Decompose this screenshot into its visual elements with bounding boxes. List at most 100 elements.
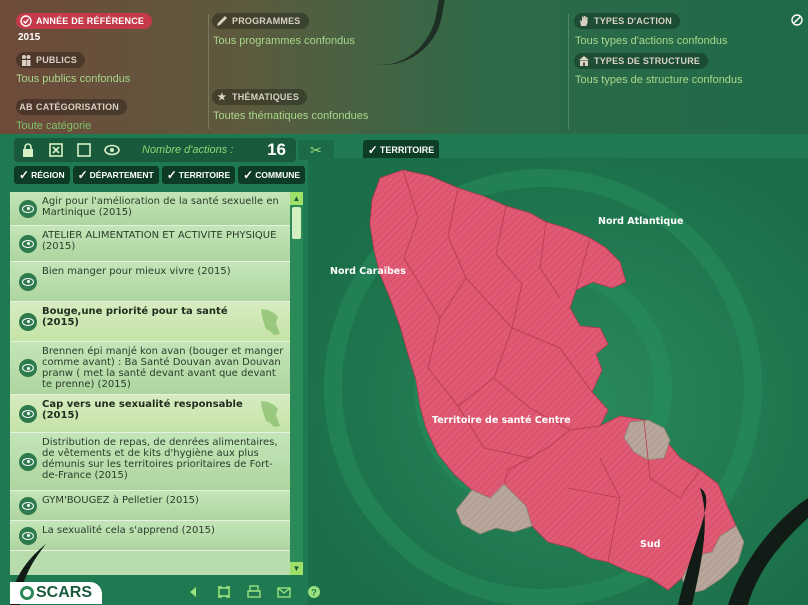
divider bbox=[568, 14, 569, 129]
logo-ring-icon bbox=[20, 586, 34, 600]
level-territoire-button[interactable]: ✓ Territoire bbox=[161, 166, 236, 184]
filter-thematiques[interactable]: ★ Thématiques bbox=[212, 89, 308, 105]
label-nord-atlantique: Nord Atlantique bbox=[598, 216, 684, 227]
list-item[interactable]: Distribution de repas, de denrées alimen… bbox=[10, 433, 290, 491]
list-toolbar: Nombre d'actions : 16 bbox=[14, 138, 296, 162]
label-sud: Sud bbox=[640, 539, 661, 550]
scroll-down-icon[interactable]: ▼ bbox=[290, 562, 303, 575]
lock-icon[interactable] bbox=[20, 142, 36, 158]
filter-types-structure[interactable]: Types de structure bbox=[574, 53, 709, 69]
building-icon bbox=[578, 55, 590, 67]
filter-categorisation-value: Toute catégorie bbox=[16, 120, 92, 132]
filter-types-action[interactable]: Types d'action bbox=[574, 13, 680, 29]
list-item[interactable]: Bouge,une priorité pour ta santé (2015) bbox=[10, 302, 290, 342]
map-svg bbox=[308, 158, 808, 605]
divider bbox=[208, 14, 209, 129]
list-item-title: Bien manger pour mieux vivre (2015) bbox=[42, 266, 231, 277]
filter-types-structure-value: Tous types de structure confondus bbox=[575, 74, 743, 86]
scroll-thumb[interactable] bbox=[292, 207, 301, 239]
label-centre: Territoire de santé Centre bbox=[432, 415, 571, 426]
filter-annee-value: 2015 bbox=[18, 32, 41, 43]
decorative-swirl bbox=[372, 0, 448, 75]
list-item-title: GYM'BOUGEZ à Pelletier (2015) bbox=[42, 495, 199, 506]
list-item-title: ATELIER ALIMENTATION ET ACTIVITE PHYSIQU… bbox=[42, 230, 277, 252]
eye-icon[interactable] bbox=[19, 272, 37, 291]
scars-logo[interactable]: SCARS bbox=[10, 582, 103, 604]
list-item-title: La sexualité cela s'apprend (2015) bbox=[42, 525, 215, 536]
action-count-value: 16 bbox=[267, 140, 286, 159]
logo-text: SCARS bbox=[36, 584, 93, 601]
pencil-icon bbox=[216, 15, 228, 27]
stars-icon: ★ bbox=[217, 91, 227, 103]
eye-icon[interactable] bbox=[19, 199, 37, 218]
tab-territoire-label: Territoire bbox=[379, 145, 435, 155]
help-icon[interactable]: ? bbox=[306, 585, 322, 601]
list-scrollbar[interactable]: ▲ ▼ bbox=[290, 192, 303, 575]
filter-categorisation-label: Catégorisation bbox=[36, 102, 119, 112]
list-item-title: Bouge,une priorité pour ta santé (2015) bbox=[42, 306, 228, 328]
arrow-left-icon[interactable] bbox=[186, 585, 202, 601]
list-item-title: Brennen épi manjé kon avan (bouger et ma… bbox=[42, 346, 284, 390]
list-item[interactable]: Agir pour l'amélioration de la santé sex… bbox=[10, 192, 290, 226]
eye-icon[interactable] bbox=[104, 142, 120, 158]
level-selector: ✓ Région ✓ Département ✓ Territoire ✓ Commun… bbox=[14, 166, 306, 184]
level-commune-button[interactable]: ✓ Commune bbox=[238, 166, 306, 184]
mini-map-icon bbox=[261, 308, 280, 335]
eye-icon[interactable] bbox=[19, 359, 37, 377]
clock-icon bbox=[20, 15, 32, 27]
scissors-icon[interactable]: ✂ bbox=[298, 140, 334, 160]
checkmark-icon: ✓ bbox=[77, 168, 88, 182]
action-count-label: Nombre d'actions : bbox=[142, 144, 234, 156]
filter-programmes-label: Programmes bbox=[232, 16, 301, 26]
ab-icon: ab bbox=[19, 102, 33, 112]
checkmark-icon: ✓ bbox=[367, 143, 378, 157]
filter-publics[interactable]: Publics bbox=[16, 52, 85, 68]
checkmark-icon: ✓ bbox=[19, 168, 30, 182]
checkmark-icon: ✓ bbox=[166, 168, 177, 182]
eye-icon[interactable] bbox=[19, 312, 37, 331]
filter-panel: Année de référence 2015 Publics Tous pub… bbox=[0, 0, 808, 134]
fullscreen-icon[interactable] bbox=[216, 585, 232, 601]
scroll-up-icon[interactable]: ▲ bbox=[290, 192, 303, 205]
list-item[interactable]: GYM'BOUGEZ à Pelletier (2015) bbox=[10, 491, 290, 521]
map-martinique: Nord Atlantique Nord Caraïbes Territoire… bbox=[308, 158, 808, 605]
list-item[interactable]: ATELIER ALIMENTATION ET ACTIVITE PHYSIQU… bbox=[10, 226, 290, 262]
mail-icon[interactable] bbox=[276, 585, 292, 601]
eye-icon[interactable] bbox=[19, 496, 37, 515]
mini-map-icon bbox=[261, 400, 280, 427]
level-label: Commune bbox=[255, 170, 301, 180]
list-item-title: Distribution de repas, de denrées alimen… bbox=[42, 437, 278, 481]
print-icon[interactable] bbox=[246, 585, 262, 601]
list-item[interactable]: Bien manger pour mieux vivre (2015) bbox=[10, 262, 290, 302]
level-label: Département bbox=[89, 170, 154, 180]
filter-thematiques-value: Toutes thématiques confondues bbox=[213, 110, 369, 122]
footer-toolbar: ? bbox=[186, 585, 322, 601]
filter-annee[interactable]: Année de référence bbox=[16, 13, 153, 29]
actions-list: Agir pour l'amélioration de la santé sex… bbox=[10, 192, 290, 575]
filter-categorisation[interactable]: ab Catégorisation bbox=[16, 99, 127, 115]
filter-programmes[interactable]: Programmes bbox=[212, 13, 309, 29]
level-departement-button[interactable]: ✓ Département bbox=[72, 166, 159, 184]
eye-icon[interactable] bbox=[19, 234, 37, 253]
list-item-title: Agir pour l'amélioration de la santé sex… bbox=[42, 196, 279, 218]
people-icon bbox=[20, 54, 32, 66]
filter-types-structure-label: Types de structure bbox=[594, 56, 701, 66]
checkmark-icon: ✓ bbox=[243, 168, 254, 182]
eye-icon[interactable] bbox=[19, 452, 37, 471]
level-region-button[interactable]: ✓ Région bbox=[14, 166, 70, 184]
checkbox-icon[interactable] bbox=[76, 142, 92, 158]
filter-thematiques-label: Thématiques bbox=[232, 92, 300, 102]
eye-icon[interactable] bbox=[19, 404, 37, 423]
list-item[interactable]: Cap vers une sexualité responsable (2015… bbox=[10, 395, 290, 433]
filter-programmes-value: Tous programmes confondus bbox=[213, 35, 355, 47]
uncheck-all-icon[interactable] bbox=[48, 142, 64, 158]
close-icon[interactable] bbox=[790, 14, 804, 28]
hand-icon bbox=[578, 15, 590, 27]
filter-annee-label: Année de référence bbox=[36, 16, 145, 26]
svg-text:?: ? bbox=[311, 588, 317, 598]
level-label: Territoire bbox=[178, 170, 231, 180]
filter-types-action-label: Types d'action bbox=[594, 16, 672, 26]
list-item[interactable]: Brennen épi manjé kon avan (bouger et ma… bbox=[10, 342, 290, 395]
tab-territoire[interactable]: ✓ Territoire bbox=[363, 140, 439, 160]
level-label: Région bbox=[31, 170, 65, 180]
